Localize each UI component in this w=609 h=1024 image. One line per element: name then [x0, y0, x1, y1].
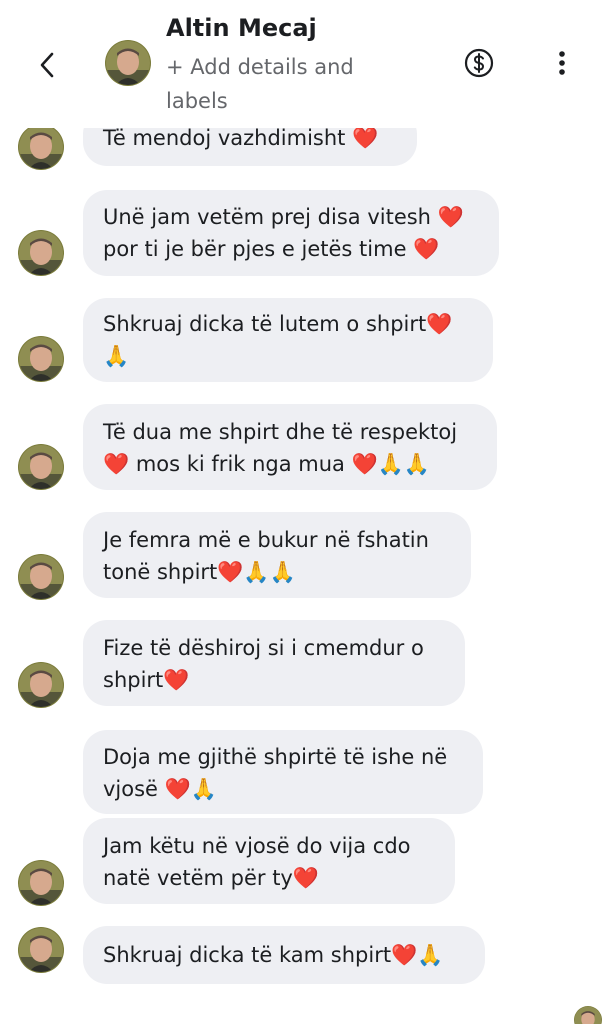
- sender-avatar: [18, 230, 64, 276]
- message-bubble[interactable]: Shkruaj dicka të kam shpirt❤️🙏: [83, 926, 485, 984]
- back-button[interactable]: [30, 48, 64, 82]
- vertical-ellipsis-icon: [559, 51, 565, 75]
- sender-avatar: [18, 336, 64, 382]
- message-bubble[interactable]: Je femra më e bukur në fshatin tonë shpi…: [83, 512, 471, 598]
- contact-name[interactable]: Altin Mecaj: [166, 14, 317, 42]
- sender-avatar: [18, 554, 64, 600]
- message-text: Shkruaj dicka të lutem o shpirt❤️ 🙏: [103, 312, 453, 368]
- message-text: Je femra më e bukur në fshatin tonë shpi…: [103, 528, 429, 584]
- sender-avatar: [18, 662, 64, 708]
- message-text: Doja me gjithë shpirtë të ishe në vjosë …: [103, 745, 448, 801]
- message-bubble[interactable]: Jam këtu në vjosë do vija cdo natë vetëm…: [83, 818, 455, 904]
- sender-avatar: [18, 444, 64, 490]
- sender-avatar: [18, 124, 64, 170]
- message-text: Jam këtu në vjosë do vija cdo natë vetëm…: [103, 834, 411, 890]
- message-text: Të mendoj vazhdimisht ❤️: [103, 126, 379, 150]
- read-receipt-avatar: [574, 1006, 602, 1024]
- payment-button[interactable]: [462, 46, 496, 80]
- message-text: Të dua me shpirt dhe të respektoj ❤️ mos…: [103, 420, 458, 476]
- more-options-button[interactable]: [546, 46, 578, 80]
- contact-avatar[interactable]: [105, 40, 151, 86]
- message-bubble[interactable]: Të dua me shpirt dhe të respektoj ❤️ mos…: [83, 404, 497, 490]
- add-details-link[interactable]: + Add details and labels: [166, 50, 386, 118]
- chevron-left-icon: [40, 52, 54, 78]
- message-bubble[interactable]: Unë jam vetëm prej disa vitesh ❤️ por ti…: [83, 190, 499, 276]
- chat-header: Altin Mecaj + Add details and labels: [0, 0, 609, 128]
- avatar-image: [105, 40, 151, 86]
- message-bubble[interactable]: Doja me gjithë shpirtë të ishe në vjosë …: [83, 730, 483, 814]
- sender-avatar: [18, 927, 64, 973]
- message-text: Fize të dëshiroj si i cmemdur o shpirt❤️: [103, 636, 424, 692]
- sender-avatar: [18, 860, 64, 906]
- message-text: Unë jam vetëm prej disa vitesh ❤️ por ti…: [103, 205, 464, 261]
- message-bubble[interactable]: Fize të dëshiroj si i cmemdur o shpirt❤️: [83, 620, 465, 706]
- message-text: Shkruaj dicka të kam shpirt❤️🙏: [103, 943, 444, 967]
- dollar-circle-icon: [464, 48, 494, 78]
- message-bubble[interactable]: Shkruaj dicka të lutem o shpirt❤️ 🙏: [83, 298, 493, 382]
